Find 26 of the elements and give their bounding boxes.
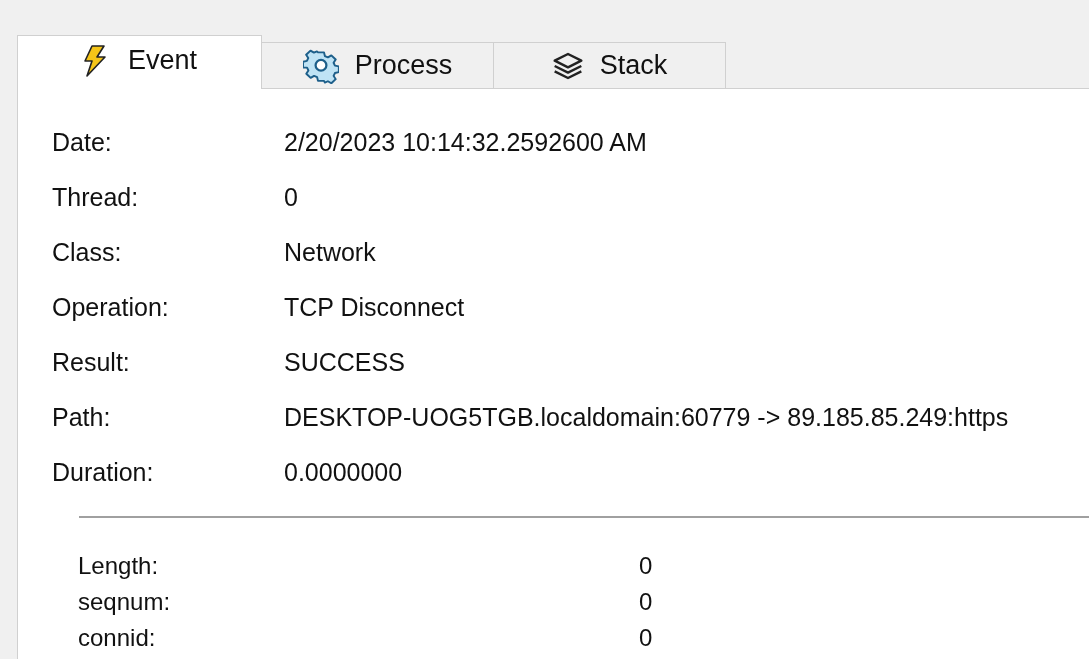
lightning-bolt-icon [81,44,108,77]
property-label: Operation: [51,291,170,323]
detail-label: Length: [77,551,160,581]
layers-icon [551,50,584,81]
tab[interactable]: Event [17,35,262,89]
property-value: 0 [284,181,298,213]
property-value: SUCCESS [284,346,405,378]
tab[interactable]: Stack [494,42,726,89]
detail-value: 0 [639,623,653,653]
property-value: TCP Disconnect [284,291,465,323]
gear-icon [302,47,339,84]
detail-value: 0 [639,587,653,617]
property-label: Path: [51,401,112,433]
property-label: Class: [51,236,123,268]
property-value: 0.0000000 [284,456,403,488]
property-label: Date: [51,126,113,158]
property-label: Result: [51,346,131,378]
property-value: Network [284,236,376,268]
detail-label: connid: [77,623,157,653]
property-value: DESKTOP-UOG5TGB.localdomain:60779 -> 89.185.85.249:https [284,401,1009,433]
property-value: 2/20/2023 10:14:32.2592600 AM [284,126,647,158]
detail-value: 0 [639,551,653,581]
tab[interactable]: Process [262,42,494,89]
property-label: Thread: [51,181,140,213]
detail-label: seqnum: [77,587,172,617]
property-label: Duration: [51,456,155,488]
